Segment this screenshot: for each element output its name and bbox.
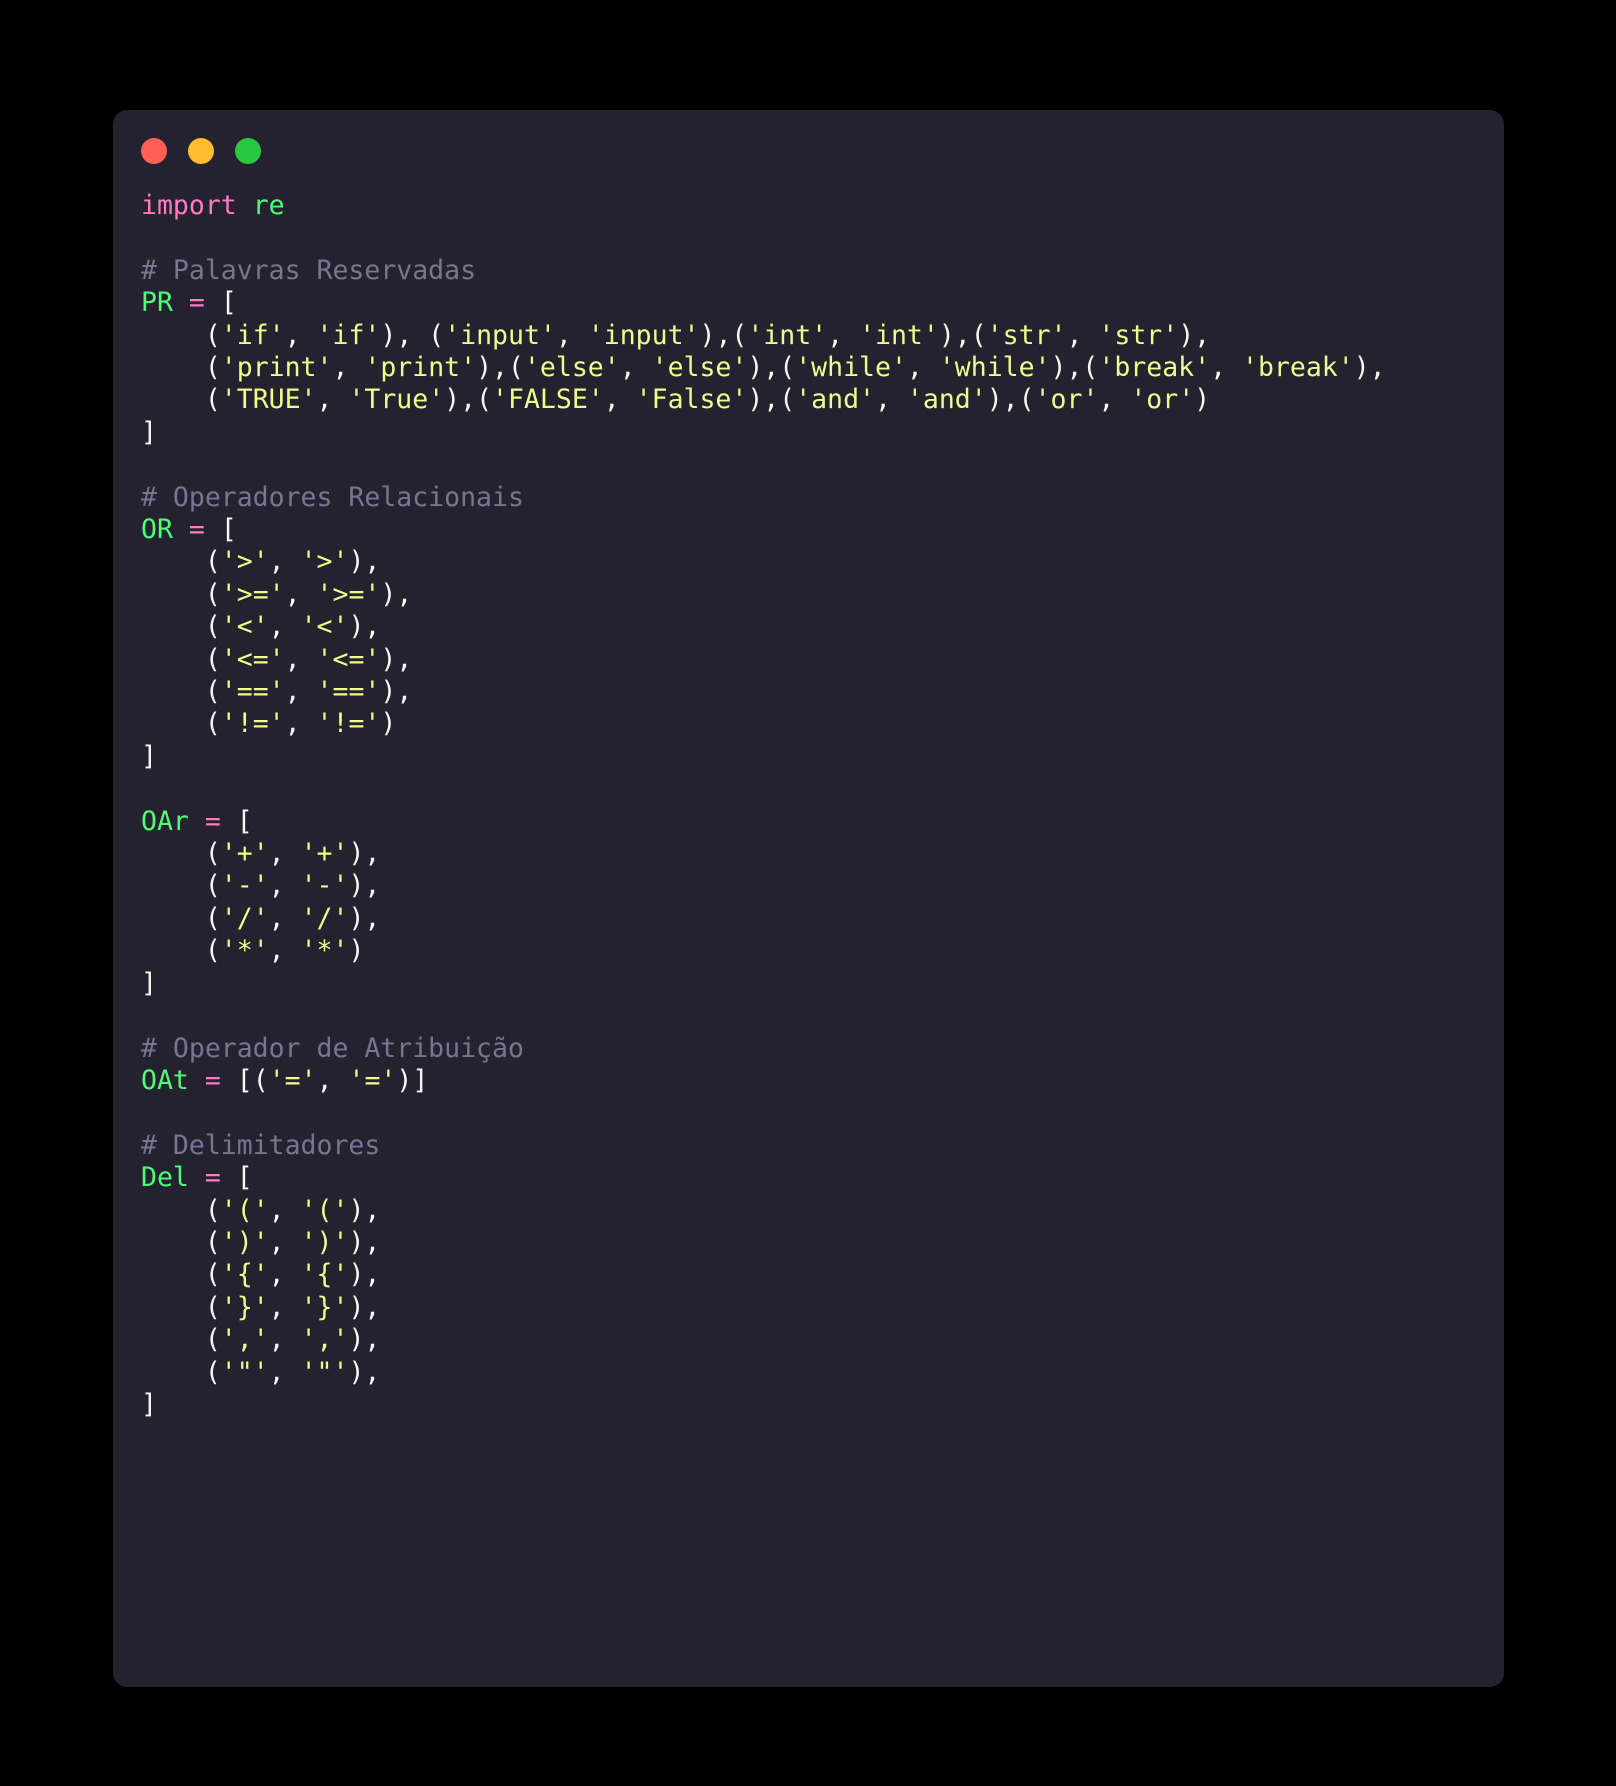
code-window: import re # Palavras Reservadas PR = [ ('i… (113, 110, 1504, 1687)
maximize-window-icon[interactable] (235, 138, 261, 164)
code-line: OAr = [ (141, 805, 253, 837)
code-area[interactable]: import re # Palavras Reservadas PR = [ ('i… (141, 190, 1490, 1677)
code-line: ] (141, 967, 157, 999)
code-line: ('if', 'if'), ('input', 'input'),('int',… (141, 319, 1211, 351)
code-line: OAt = [('=', '=')] (141, 1064, 429, 1096)
code-line: ('<', '<'), (141, 611, 381, 643)
code-line: ('*', '*') (141, 935, 365, 967)
code-content[interactable]: import re # Palavras Reservadas PR = [ ('i… (141, 190, 1490, 1421)
screenshot-root: import re # Palavras Reservadas PR = [ ('i… (0, 0, 1616, 1786)
code-line: # Delimitadores (141, 1129, 381, 1161)
code-line: PR = [ (141, 287, 237, 319)
code-line: ('<=', '<='), (141, 643, 413, 675)
code-line: # Palavras Reservadas (141, 254, 477, 286)
code-line: ('!=', '!=') (141, 708, 397, 740)
code-line: ('+', '+'), (141, 838, 381, 870)
code-line: # Operadores Relacionais (141, 481, 524, 513)
code-line: (',', ','), (141, 1324, 381, 1356)
code-line: ('}', '}'), (141, 1291, 381, 1323)
code-line: ] (141, 740, 157, 772)
code-line: OR = [ (141, 514, 237, 546)
close-window-icon[interactable] (141, 138, 167, 164)
minimize-window-icon[interactable] (188, 138, 214, 164)
code-line: ('==', '=='), (141, 676, 413, 708)
code-line: ] (141, 416, 157, 448)
code-line: ('-', '-'), (141, 870, 381, 902)
code-line: ('/', '/'), (141, 902, 381, 934)
code-line: ('TRUE', 'True'),('FALSE', 'False'),('an… (141, 384, 1211, 416)
code-line: ('print', 'print'),('else', 'else'),('wh… (141, 352, 1386, 384)
code-line: ('>', '>'), (141, 546, 381, 578)
code-line: import re (141, 190, 285, 221)
code-line: # Operador de Atribuição (141, 1032, 524, 1064)
code-line: ('(', '('), (141, 1194, 381, 1226)
code-line: ('"', '"'), (141, 1356, 381, 1388)
code-line: ('{', '{'), (141, 1259, 381, 1291)
code-line: Del = [ (141, 1162, 253, 1194)
code-line: ('>=', '>='), (141, 578, 413, 610)
window-traffic-lights (141, 138, 261, 164)
code-line: ] (141, 1388, 157, 1420)
code-line: (')', ')'), (141, 1226, 381, 1258)
